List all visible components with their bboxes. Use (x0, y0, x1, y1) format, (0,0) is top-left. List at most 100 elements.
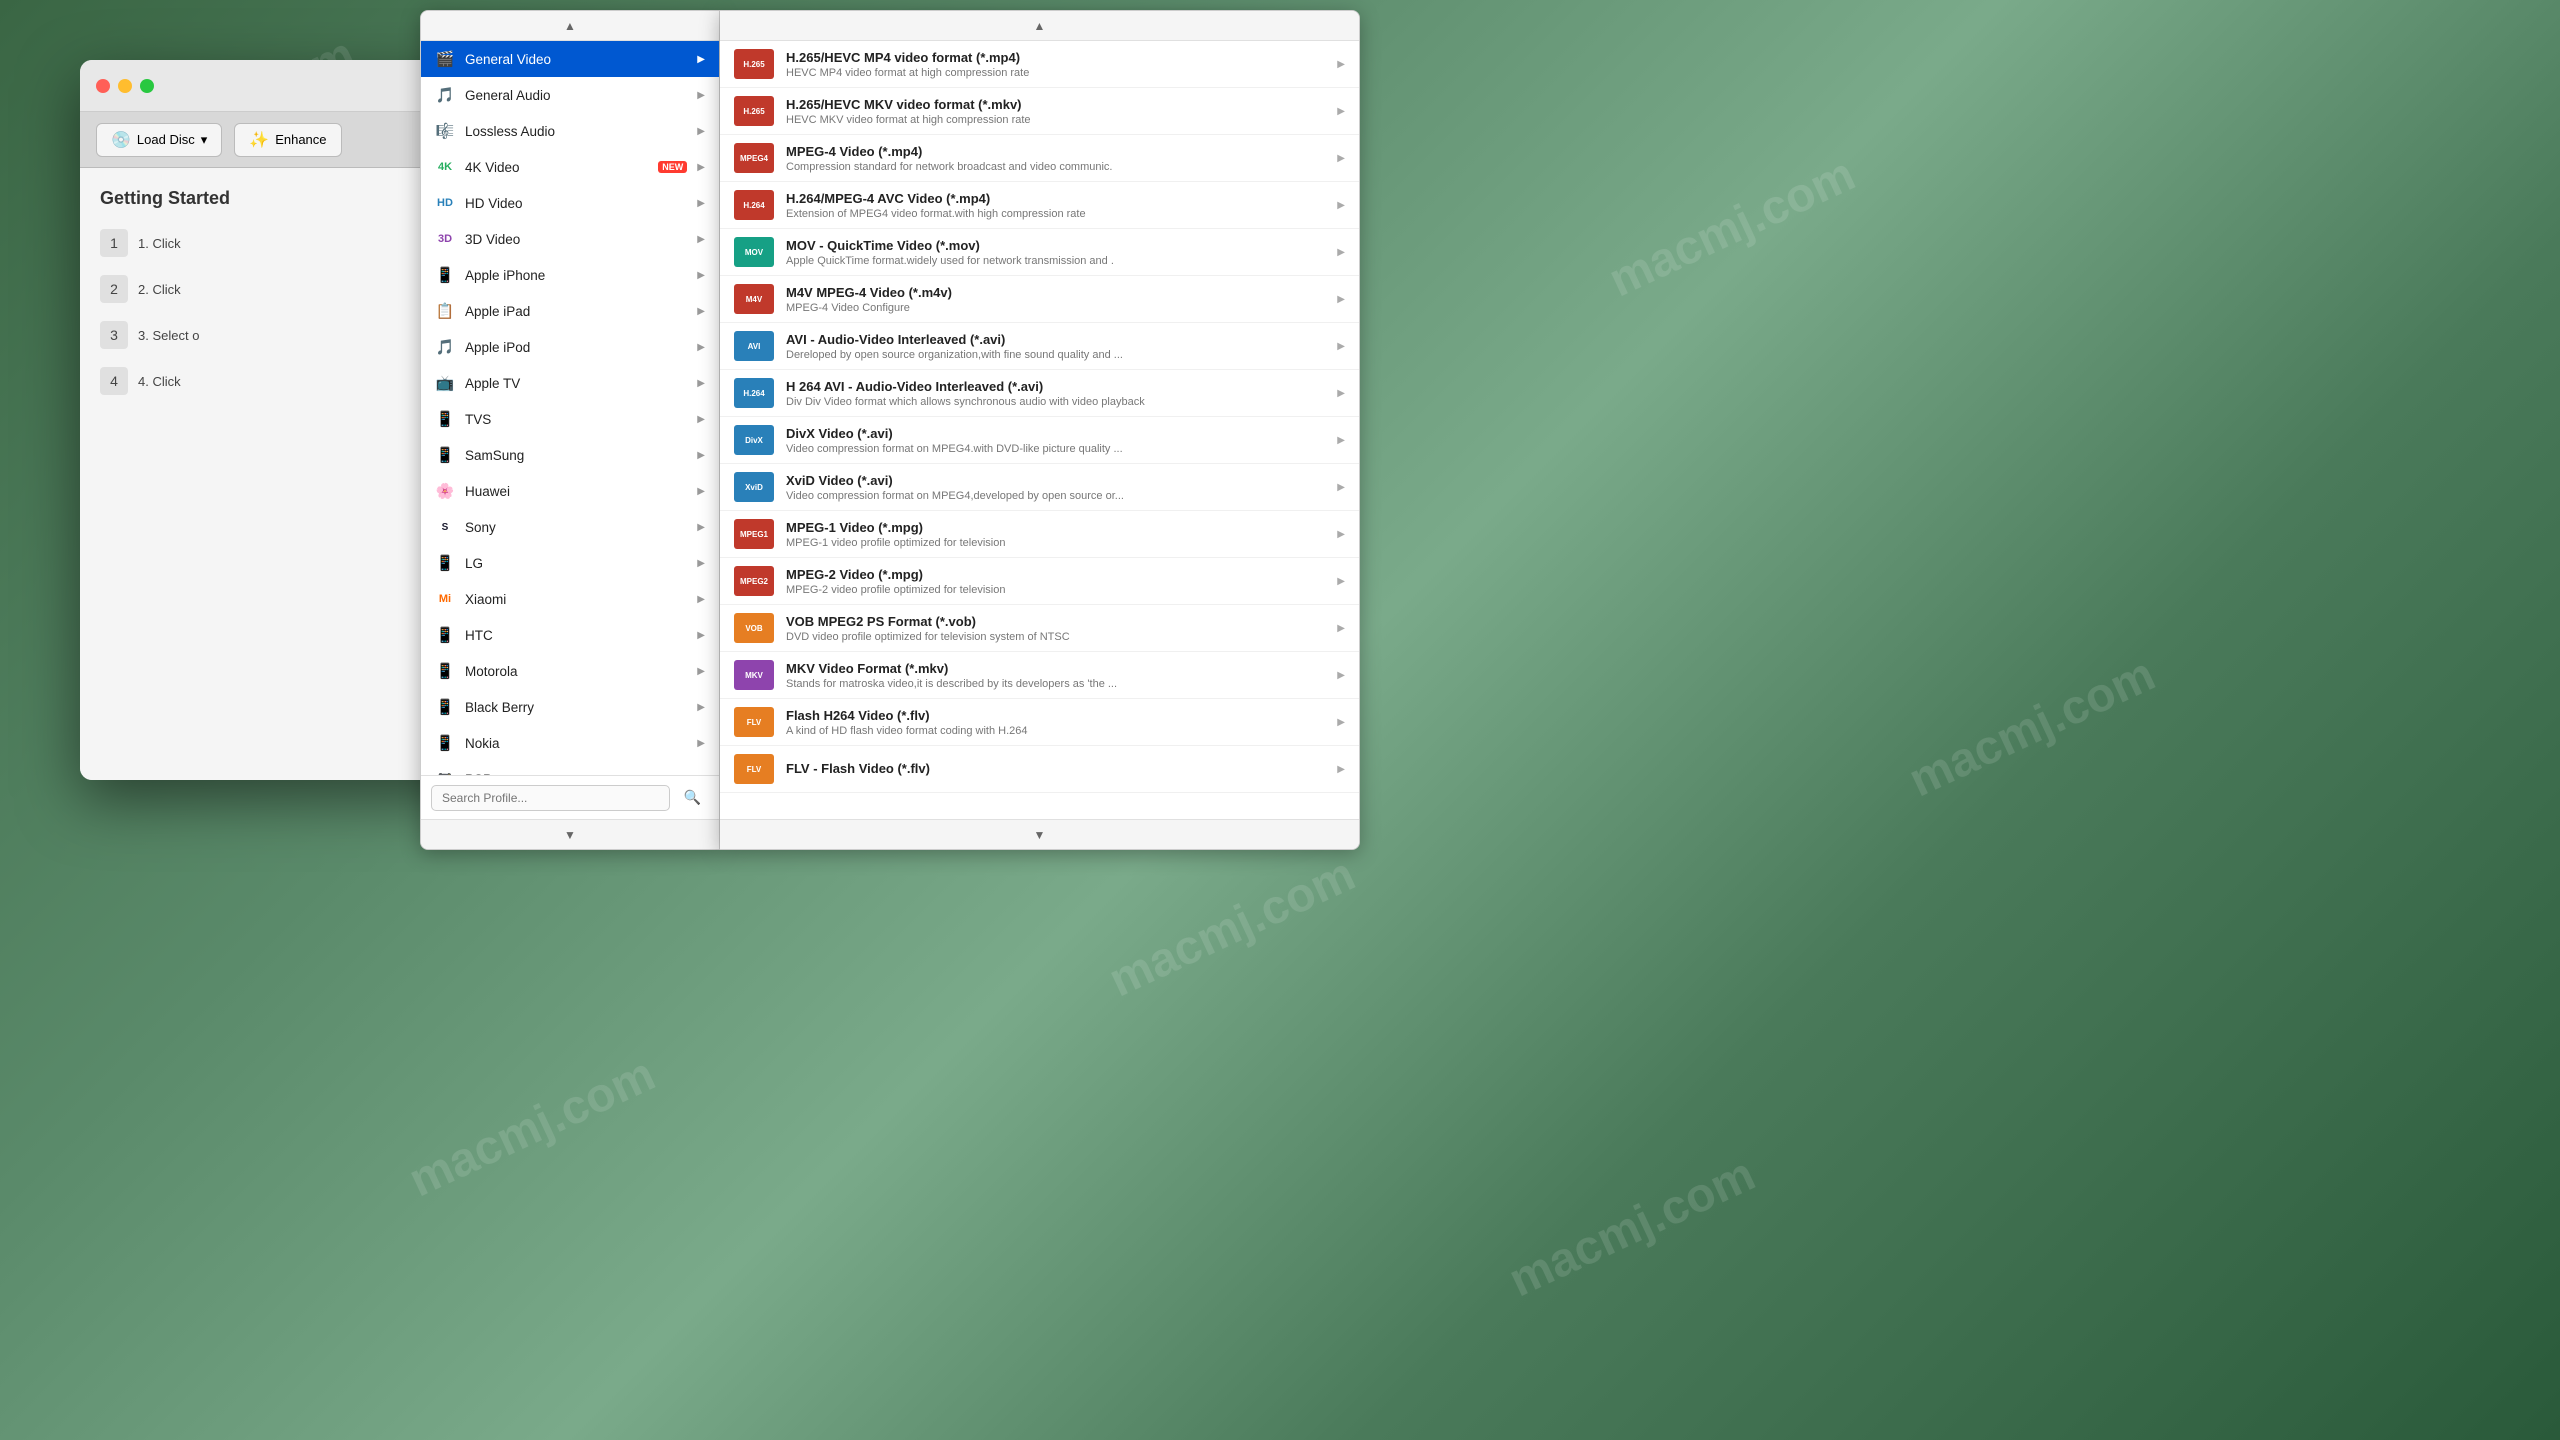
format-thumb-mkv-video: MKV (734, 660, 774, 690)
format-item-flash-h264[interactable]: FLV Flash H264 Video (*.flv) A kind of H… (720, 699, 1359, 746)
search-button[interactable]: 🔍 (676, 784, 709, 811)
format-info-h265-hevc-mp4: H.265/HEVC MP4 video format (*.mp4) HEVC… (786, 50, 1325, 79)
category-item-general-audio[interactable]: 🎵 General Audio ▶ (421, 77, 719, 113)
format-item-m4v-mpeg4[interactable]: M4V M4V MPEG-4 Video (*.m4v) MPEG-4 Vide… (720, 276, 1359, 323)
format-arrow-h265-hevc-mp4: ▶ (1337, 59, 1345, 70)
format-thumb-mpeg4-video-mp4: MPEG4 (734, 143, 774, 173)
dropdown-arrow-icon: ▾ (201, 132, 208, 148)
format-thumb-mpeg1-video: MPEG1 (734, 519, 774, 549)
format-thumb-h264-mpeg4-avc: H.264 (734, 190, 774, 220)
category-icon-motorola: 📱 (435, 661, 455, 681)
format-name-h264-mpeg4-avc: H.264/MPEG-4 AVC Video (*.mp4) (786, 191, 1325, 206)
category-item-lossless-audio[interactable]: 🎼 Lossless Audio ▶ (421, 113, 719, 149)
category-item-hd-video[interactable]: HD HD Video ▶ (421, 185, 719, 221)
category-label-htc: HTC (465, 628, 687, 643)
category-icon-general-audio: 🎵 (435, 85, 455, 105)
step-4: 4 4. Click (100, 367, 439, 395)
category-scroll-down[interactable]: ▼ (421, 819, 719, 849)
format-scroll-down[interactable]: ▼ (720, 819, 1359, 849)
format-item-flv-flash[interactable]: FLV FLV - Flash Video (*.flv) ▶ (720, 746, 1359, 793)
format-info-mkv-video: MKV Video Format (*.mkv) Stands for matr… (786, 661, 1325, 690)
category-item-psp[interactable]: 🎮 PSP ▶ (421, 761, 719, 775)
step-1: 1 1. Click (100, 229, 439, 257)
category-label-samsung: SamSung (465, 448, 687, 463)
format-desc-flash-h264: A kind of HD flash video format coding w… (786, 725, 1325, 737)
format-item-vob-mpeg2-ps[interactable]: VOB VOB MPEG2 PS Format (*.vob) DVD vide… (720, 605, 1359, 652)
category-item-general-video[interactable]: 🎬 General Video ▶ (421, 41, 719, 77)
category-item-htc[interactable]: 📱 HTC ▶ (421, 617, 719, 653)
category-icon-apple-iphone: 📱 (435, 265, 455, 285)
category-item-motorola[interactable]: 📱 Motorola ▶ (421, 653, 719, 689)
format-item-h264-avi[interactable]: H.264 H 264 AVI - Audio-Video Interleave… (720, 370, 1359, 417)
category-list: 🎬 General Video ▶ 🎵 General Audio ▶ 🎼 Lo… (421, 41, 719, 775)
category-item-apple-ipod[interactable]: 🎵 Apple iPod ▶ (421, 329, 719, 365)
format-arrow-h264-avi: ▶ (1337, 388, 1345, 399)
search-row: 🔍 (421, 775, 719, 819)
category-item-lg[interactable]: 📱 LG ▶ (421, 545, 719, 581)
close-button[interactable] (96, 79, 110, 93)
category-item-4k-video[interactable]: 4K 4K Video NEW ▶ (421, 149, 719, 185)
category-item-samsung[interactable]: 📱 SamSung ▶ (421, 437, 719, 473)
category-icon-4k-video: 4K (435, 157, 455, 177)
category-icon-3d-video: 3D (435, 229, 455, 249)
disc-icon: 💿 (111, 130, 131, 150)
format-item-h265-hevc-mkv[interactable]: H.265 H.265/HEVC MKV video format (*.mkv… (720, 88, 1359, 135)
format-item-mpeg4-video-mp4[interactable]: MPEG4 MPEG-4 Video (*.mp4) Compression s… (720, 135, 1359, 182)
format-item-divx-video[interactable]: DivX DivX Video (*.avi) Video compressio… (720, 417, 1359, 464)
category-item-xiaomi[interactable]: Mi Xiaomi ▶ (421, 581, 719, 617)
format-item-avi-audio-video[interactable]: AVI AVI - Audio-Video Interleaved (*.avi… (720, 323, 1359, 370)
format-thumb-mov-quicktime: MOV (734, 237, 774, 267)
format-info-h264-avi: H 264 AVI - Audio-Video Interleaved (*.a… (786, 379, 1325, 408)
format-scroll-up[interactable]: ▲ (720, 11, 1359, 41)
format-item-mkv-video[interactable]: MKV MKV Video Format (*.mkv) Stands for … (720, 652, 1359, 699)
format-thumb-mpeg2-video: MPEG2 (734, 566, 774, 596)
format-panel: ▲ H.265 H.265/HEVC MP4 video format (*.m… (720, 10, 1360, 850)
format-arrow-h265-hevc-mkv: ▶ (1337, 106, 1345, 117)
maximize-button[interactable] (140, 79, 154, 93)
format-thumb-m4v-mpeg4: M4V (734, 284, 774, 314)
category-label-3d-video: 3D Video (465, 232, 687, 247)
category-scroll-up[interactable]: ▲ (421, 11, 719, 41)
format-name-h264-avi: H 264 AVI - Audio-Video Interleaved (*.a… (786, 379, 1325, 394)
category-item-sony[interactable]: S Sony ▶ (421, 509, 719, 545)
category-icon-tvs: 📱 (435, 409, 455, 429)
category-item-3d-video[interactable]: 3D 3D Video ▶ (421, 221, 719, 257)
category-arrow-apple-iphone: ▶ (697, 270, 705, 281)
category-item-apple-iphone[interactable]: 📱 Apple iPhone ▶ (421, 257, 719, 293)
format-item-mpeg2-video[interactable]: MPEG2 MPEG-2 Video (*.mpg) MPEG-2 video … (720, 558, 1359, 605)
category-arrow-apple-tv: ▶ (697, 378, 705, 389)
step-2: 2 2. Click (100, 275, 439, 303)
category-item-nokia[interactable]: 📱 Nokia ▶ (421, 725, 719, 761)
step-4-icon: 4 (100, 367, 128, 395)
step-3: 3 3. Select o (100, 321, 439, 349)
category-item-tvs[interactable]: 📱 TVS ▶ (421, 401, 719, 437)
category-arrow-htc: ▶ (697, 630, 705, 641)
format-item-h265-hevc-mp4[interactable]: H.265 H.265/HEVC MP4 video format (*.mp4… (720, 41, 1359, 88)
category-label-tvs: TVS (465, 412, 687, 427)
load-disc-button[interactable]: 💿 Load Disc ▾ (96, 123, 222, 157)
format-thumb-divx-video: DivX (734, 425, 774, 455)
format-item-h264-mpeg4-avc[interactable]: H.264 H.264/MPEG-4 AVC Video (*.mp4) Ext… (720, 182, 1359, 229)
format-thumb-xvid-video: XviD (734, 472, 774, 502)
format-info-mpeg4-video-mp4: MPEG-4 Video (*.mp4) Compression standar… (786, 144, 1325, 173)
format-item-mpeg1-video[interactable]: MPEG1 MPEG-1 Video (*.mpg) MPEG-1 video … (720, 511, 1359, 558)
format-name-mov-quicktime: MOV - QuickTime Video (*.mov) (786, 238, 1325, 253)
step-3-icon: 3 (100, 321, 128, 349)
format-desc-h265-hevc-mkv: HEVC MKV video format at high compressio… (786, 114, 1325, 126)
category-item-apple-tv[interactable]: 📺 Apple TV ▶ (421, 365, 719, 401)
getting-started-title: Getting Started (100, 188, 439, 209)
category-item-huawei[interactable]: 🌸 Huawei ▶ (421, 473, 719, 509)
format-item-xvid-video[interactable]: XviD XviD Video (*.avi) Video compressio… (720, 464, 1359, 511)
category-item-blackberry[interactable]: 📱 Black Berry ▶ (421, 689, 719, 725)
minimize-button[interactable] (118, 79, 132, 93)
enhance-button[interactable]: ✨ Enhance (234, 123, 341, 157)
format-arrow-mpeg2-video: ▶ (1337, 576, 1345, 587)
category-arrow-general-video: ▶ (697, 54, 705, 65)
category-label-general-video: General Video (465, 52, 687, 67)
left-panel: Getting Started 1 1. Click 2 2. Click 3 … (80, 168, 460, 780)
category-item-apple-ipad[interactable]: 📋 Apple iPad ▶ (421, 293, 719, 329)
format-info-h265-hevc-mkv: H.265/HEVC MKV video format (*.mkv) HEVC… (786, 97, 1325, 126)
format-item-mov-quicktime[interactable]: MOV MOV - QuickTime Video (*.mov) Apple … (720, 229, 1359, 276)
format-arrow-mkv-video: ▶ (1337, 670, 1345, 681)
search-input[interactable] (431, 785, 670, 811)
